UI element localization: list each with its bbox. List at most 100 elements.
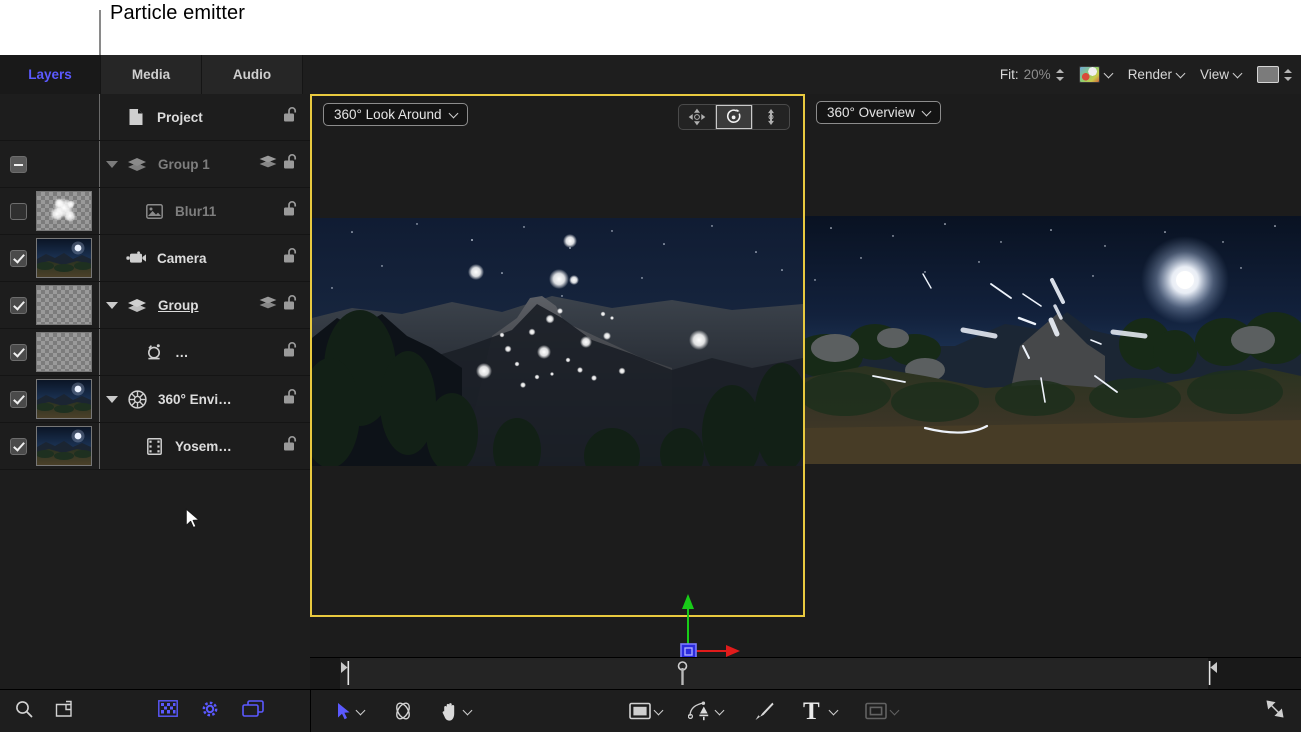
mask-tool[interactable]: [865, 702, 900, 720]
canvas-toolbar: T: [310, 690, 1301, 732]
disclosure-triangle-icon[interactable]: [106, 161, 118, 168]
layer-row-env-360[interactable]: 360° Envi…: [0, 376, 310, 423]
render-menu[interactable]: Render: [1128, 67, 1186, 82]
callout-label: Particle emitter: [110, 2, 245, 25]
lock-open-icon: [283, 389, 298, 405]
layer-visibility-checkbox[interactable]: [10, 344, 27, 361]
layer-visibility-checkbox[interactable]: [10, 203, 27, 220]
orbit-rotate-icon: [725, 108, 743, 126]
background-swatch-control[interactable]: [1257, 66, 1293, 83]
color-swatch-control[interactable]: [1079, 66, 1114, 83]
view-menu[interactable]: View: [1200, 67, 1243, 82]
chevron-down-icon[interactable]: [464, 707, 473, 716]
zoom-fit-control[interactable]: Fit: 20%: [1000, 67, 1065, 82]
chevron-down-icon: [450, 110, 459, 119]
out-point-marker[interactable]: [1208, 661, 1218, 685]
tab-media[interactable]: Media: [101, 55, 202, 94]
camera-icon: [125, 251, 147, 265]
pan-tool[interactable]: [440, 701, 473, 722]
layer-lock-toggle[interactable]: [283, 295, 298, 316]
fullscreen-icon[interactable]: [1265, 699, 1285, 724]
layer-visibility-checkbox[interactable]: [10, 156, 27, 173]
layer-stack-icon-wrap: [259, 155, 277, 173]
layer-lock-toggle[interactable]: [283, 248, 298, 269]
tab-layers[interactable]: Layers: [0, 55, 101, 94]
search-icon[interactable]: [14, 699, 34, 724]
layer-row-left: [0, 141, 100, 187]
in-point-marker[interactable]: [340, 661, 350, 685]
group-layers-icon: [127, 298, 147, 313]
layer-type-icon-wrap: [142, 343, 166, 361]
chevron-down-icon[interactable]: [1105, 70, 1114, 79]
shape-tool[interactable]: [629, 702, 664, 720]
select-tool[interactable]: [336, 702, 366, 721]
3d-transform-tool[interactable]: [392, 700, 414, 722]
layer-row-emitter[interactable]: …: [0, 329, 310, 376]
overview-viewport[interactable]: 360° Overview: [805, 94, 1301, 617]
layer-lock-toggle[interactable]: [283, 389, 298, 410]
3d-axis-widget[interactable]: [678, 589, 750, 659]
layer-type-icon-wrap: [142, 438, 166, 455]
half-dome-render: [312, 218, 803, 466]
gear-icon[interactable]: [200, 699, 220, 724]
new-layer-icon[interactable]: [54, 699, 74, 724]
bezier-tool[interactable]: [688, 700, 725, 722]
disclosure-triangle-icon[interactable]: [106, 396, 118, 403]
layer-type-icon-wrap: [124, 108, 148, 126]
chevron-down-icon[interactable]: [655, 707, 664, 716]
layer-row-project[interactable]: Project: [0, 94, 310, 141]
layers-panel[interactable]: Project Group 1 Blur11 Camera Group …360° Env…: [0, 94, 311, 657]
image-filter-icon: [146, 204, 163, 219]
layer-row-camera[interactable]: Camera: [0, 235, 310, 282]
layer-name: Group: [158, 298, 199, 313]
layer-thumbnail: [36, 379, 92, 419]
layer-name: Project: [157, 110, 203, 125]
group-layers-icon: [127, 157, 147, 172]
layer-lock-toggle[interactable]: [283, 201, 298, 222]
layer-lock-toggle[interactable]: [283, 342, 298, 363]
layer-stack-icon: [259, 296, 277, 309]
lock-open-icon: [283, 436, 298, 452]
layer-row-right: Camera: [100, 235, 310, 281]
chevron-down-icon[interactable]: [357, 707, 366, 716]
timeline-ruler[interactable]: [310, 657, 1301, 691]
disclosure-triangle-icon[interactable]: [106, 302, 118, 309]
layer-thumbnail: [36, 332, 92, 372]
look-around-viewport[interactable]: 360° Look Around: [310, 94, 805, 617]
fit-value: 20%: [1024, 67, 1051, 82]
chevron-down-icon[interactable]: [716, 707, 725, 716]
layer-row-group[interactable]: Group: [0, 282, 310, 329]
stepper-arrows-icon[interactable]: [1284, 68, 1293, 82]
playhead-marker[interactable]: [677, 661, 688, 686]
layer-row-blur11[interactable]: Blur11: [0, 188, 310, 235]
chevron-down-icon[interactable]: [1234, 70, 1243, 79]
layer-visibility-checkbox[interactable]: [10, 297, 27, 314]
overview-popup[interactable]: 360° Overview: [816, 101, 941, 124]
text-tool[interactable]: T: [803, 699, 839, 724]
layer-visibility-checkbox[interactable]: [10, 391, 27, 408]
camera-tool-segmented-control[interactable]: [678, 104, 790, 130]
layer-row-left: [0, 376, 100, 422]
layer-visibility-checkbox[interactable]: [10, 438, 27, 455]
checkerboard-icon[interactable]: [158, 700, 178, 722]
layer-row-right: Blur11: [100, 188, 310, 234]
duplicate-window-icon[interactable]: [242, 700, 264, 723]
chevron-down-icon[interactable]: [1177, 70, 1186, 79]
chevron-down-icon[interactable]: [830, 707, 839, 716]
pan-move-tool-button[interactable]: [679, 105, 716, 129]
look-around-popup[interactable]: 360° Look Around: [323, 103, 468, 126]
layer-visibility-checkbox[interactable]: [10, 250, 27, 267]
layer-lock-toggle[interactable]: [283, 436, 298, 457]
layer-row-group-1[interactable]: Group 1: [0, 141, 310, 188]
layer-row-yosemite[interactable]: Yosem…: [0, 423, 310, 470]
stepper-arrows-icon[interactable]: [1056, 68, 1065, 82]
orbit-rotate-tool-button[interactable]: [716, 105, 753, 129]
layer-lock-toggle[interactable]: [283, 154, 298, 175]
dolly-tool-button[interactable]: [753, 105, 789, 129]
layer-lock-toggle[interactable]: [283, 107, 298, 128]
half-dome-scene: [312, 218, 803, 466]
layer-row-left: [0, 188, 100, 234]
paint-tool[interactable]: [753, 701, 775, 721]
layer-name: Blur11: [175, 204, 216, 219]
tab-audio[interactable]: Audio: [202, 55, 303, 94]
